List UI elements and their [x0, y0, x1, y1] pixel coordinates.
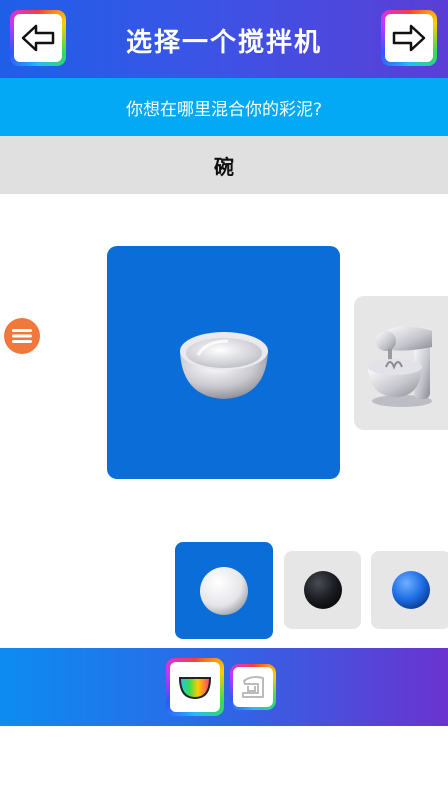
rainbow-bowl-icon	[178, 677, 212, 700]
tab-bowl[interactable]	[166, 658, 224, 716]
mixer-outline-icon	[242, 676, 264, 698]
top-header: 选择一个搅拌机	[0, 0, 448, 78]
next-button[interactable]	[381, 10, 437, 66]
white-ball-icon	[200, 566, 248, 615]
prompt-bar: 你想在哪里混合你的彩泥?	[0, 78, 448, 136]
color-option-black[interactable]	[284, 551, 361, 629]
menu-button[interactable]	[4, 318, 40, 354]
prompt-text: 你想在哪里混合你的彩泥?	[125, 99, 323, 120]
menu-icon	[12, 329, 32, 343]
bowl-icon	[179, 331, 268, 399]
carousel-item-bowl[interactable]	[107, 246, 340, 479]
arrow-right-icon	[392, 24, 426, 52]
carousel-item-stand-mixer[interactable]	[354, 296, 448, 430]
selection-label-bar: 碗	[0, 136, 448, 194]
black-ball-icon	[303, 571, 342, 609]
bottom-tab-bar	[0, 648, 448, 726]
tab-mixer[interactable]	[230, 664, 276, 710]
selected-mixer-label: 碗	[214, 154, 234, 179]
color-option-blue[interactable]	[371, 551, 448, 629]
color-option-white[interactable]	[175, 542, 273, 639]
blue-ball-icon	[392, 571, 430, 609]
stand-mixer-icon	[368, 326, 432, 407]
